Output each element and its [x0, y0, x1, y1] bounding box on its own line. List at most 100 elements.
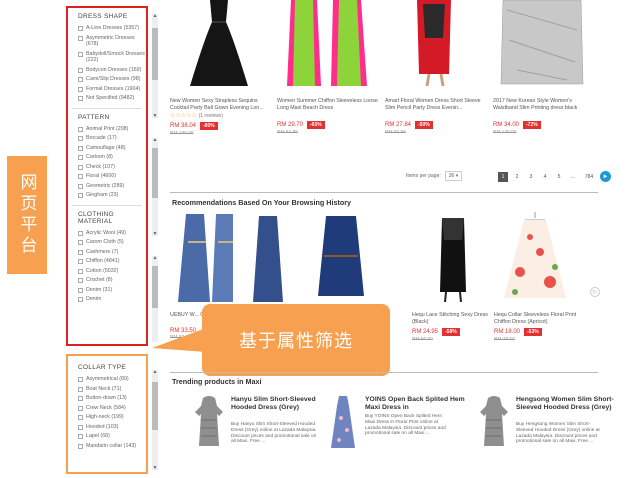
scrollbar-dress-shape[interactable]: ▲ ▼ — [152, 13, 158, 119]
scroll-up-icon[interactable]: ▲ — [152, 13, 158, 19]
product-title[interactable]: Hequ Lace Stitching Sexy Dress (Black) — [412, 312, 500, 325]
filter-option[interactable]: Check (107) — [78, 164, 146, 171]
filter-option[interactable]: Cotton (5032) — [78, 268, 146, 275]
product-thumbnail[interactable] — [327, 396, 359, 448]
checkbox[interactable] — [78, 297, 83, 302]
checkbox[interactable] — [78, 136, 83, 141]
checkbox[interactable] — [78, 259, 83, 264]
scroll-up-icon[interactable]: ▲ — [152, 369, 158, 375]
items-per-page-select[interactable]: 36 ▾ — [444, 171, 463, 181]
checkbox[interactable] — [78, 35, 83, 41]
checkbox[interactable] — [78, 377, 83, 382]
product-image[interactable] — [418, 212, 488, 303]
filter-option[interactable]: Floral (4600) — [78, 173, 146, 180]
product-title[interactable]: Amart Floral Women Dress Short Sleeve Sl… — [385, 98, 487, 112]
checkbox[interactable] — [78, 405, 83, 411]
trending-name[interactable]: Hanyu Slim Short-Sleeved Hooded Dress (G… — [231, 396, 331, 412]
checkbox[interactable] — [78, 26, 83, 31]
product-image[interactable] — [497, 0, 587, 86]
filter-option[interactable]: Not Specified (9482) — [78, 95, 146, 102]
product-card[interactable]: New Women Sexy Strapless Sequins Cocktai… — [170, 0, 272, 136]
checkbox[interactable] — [78, 67, 83, 73]
recommendation-card[interactable]: Hequ Collar Sleeveless Floral Print Chif… — [494, 212, 582, 342]
checkbox[interactable] — [78, 86, 83, 92]
filter-option[interactable]: Geometric (289) — [78, 183, 146, 190]
scroll-down-icon[interactable]: ▼ — [152, 113, 158, 119]
filter-option[interactable]: Denim (31) — [78, 287, 146, 294]
checkbox[interactable] — [78, 183, 83, 189]
checkbox[interactable] — [78, 155, 83, 160]
checkbox[interactable] — [78, 164, 83, 170]
product-image[interactable] — [389, 0, 479, 87]
checkbox[interactable] — [78, 434, 83, 439]
filter-option[interactable]: Button-down (13) — [78, 395, 146, 402]
checkbox[interactable] — [78, 249, 83, 255]
scroll-up-icon[interactable]: ▲ — [152, 255, 158, 261]
carousel-next-icon[interactable]: ▷ — [590, 287, 600, 297]
page-button-3[interactable]: 3 — [526, 172, 536, 182]
filter-option[interactable]: Cartoon (8) — [78, 154, 146, 161]
page-button-5[interactable]: 5 — [554, 172, 564, 182]
recommendation-card[interactable] — [300, 212, 388, 304]
checkbox[interactable] — [78, 230, 83, 236]
trending-item[interactable]: Hanyu Slim Short-Sleeved Hooded Dress (G… — [193, 396, 333, 456]
checkbox[interactable] — [78, 278, 83, 283]
filter-option[interactable]: Boat Neck (71) — [78, 386, 146, 393]
product-image[interactable] — [233, 212, 303, 302]
filter-option[interactable]: Crochet (8) — [78, 277, 146, 284]
product-card[interactable]: Amart Floral Women Dress Short Sleeve Sl… — [385, 0, 487, 135]
filter-option[interactable]: Babydoll/Smock Dresses (222) — [78, 51, 146, 64]
next-page-icon[interactable]: ► — [600, 171, 611, 182]
checkbox[interactable] — [78, 77, 83, 82]
filter-option[interactable]: Cami/Slip Dresses (98) — [78, 76, 146, 83]
filter-option[interactable]: Gingham (23) — [78, 192, 146, 199]
trending-item[interactable]: Hengsong Women Slim Short-Sleeved Hooded… — [478, 396, 618, 456]
scroll-up-icon[interactable]: ▲ — [152, 137, 158, 143]
product-image[interactable] — [306, 212, 376, 302]
filter-option[interactable]: Chiffon (4841) — [78, 258, 146, 265]
trending-item[interactable]: YOINS Open Back Splited Hem Maxi Dress i… — [327, 396, 467, 456]
checkbox[interactable] — [78, 193, 83, 198]
filter-option[interactable]: Cashmere (7) — [78, 249, 146, 256]
scroll-down-icon[interactable]: ▼ — [152, 465, 158, 471]
checkbox[interactable] — [78, 396, 83, 401]
product-title[interactable]: New Women Sexy Strapless Sequins Cocktai… — [170, 98, 272, 112]
filter-option[interactable]: Asymmetric Dresses (678) — [78, 35, 146, 48]
filter-option[interactable]: Hooded (103) — [78, 424, 146, 431]
filter-option[interactable]: Lapel (68) — [78, 433, 146, 440]
product-card[interactable]: 2017 New Korean Style Women's Waistband … — [493, 0, 595, 135]
product-title[interactable]: Women Summer Chiffon Sleeveless Loose Lo… — [277, 98, 379, 112]
checkbox[interactable] — [78, 268, 83, 274]
checkbox[interactable] — [78, 174, 83, 179]
scrollbar-collar[interactable]: ▲ ▼ — [152, 369, 158, 471]
filter-option[interactable]: A-Line Dresses (5357) — [78, 25, 146, 32]
checkbox[interactable] — [78, 287, 83, 293]
page-button-2[interactable]: 2 — [512, 172, 522, 182]
filter-option[interactable]: Mandarin collar (143) — [78, 443, 146, 450]
scrollbar-thumb[interactable] — [152, 382, 158, 430]
scrollbar-thumb[interactable] — [152, 148, 158, 198]
scrollbar-pattern[interactable]: ▲ ▼ — [152, 137, 158, 237]
product-image[interactable] — [174, 0, 264, 86]
filter-option[interactable]: High-neck (199) — [78, 414, 146, 421]
checkbox[interactable] — [78, 96, 83, 101]
checkbox[interactable] — [78, 443, 83, 449]
filter-option[interactable]: Brocade (17) — [78, 135, 146, 142]
product-title[interactable]: Hequ Collar Sleeveless Floral Print Chif… — [494, 312, 582, 325]
filter-option[interactable]: Animal Print (208) — [78, 126, 146, 133]
trending-name[interactable]: YOINS Open Back Splited Hem Maxi Dress i… — [365, 396, 465, 412]
checkbox[interactable] — [78, 415, 83, 420]
product-thumbnail[interactable] — [193, 396, 225, 448]
checkbox[interactable] — [78, 126, 83, 132]
filter-option[interactable]: Crew Neck (584) — [78, 405, 146, 412]
product-image[interactable] — [281, 0, 371, 86]
checkbox[interactable] — [78, 145, 83, 151]
product-thumbnail[interactable] — [478, 396, 510, 448]
filter-option[interactable]: Acrylic Wool (49) — [78, 230, 146, 237]
checkbox[interactable] — [78, 240, 83, 245]
checkbox[interactable] — [78, 51, 83, 57]
page-button-1[interactable]: 1 — [498, 171, 508, 182]
scrollbar-thumb[interactable] — [152, 28, 158, 80]
scrollbar-thumb[interactable] — [152, 266, 158, 308]
product-image[interactable] — [500, 212, 570, 302]
